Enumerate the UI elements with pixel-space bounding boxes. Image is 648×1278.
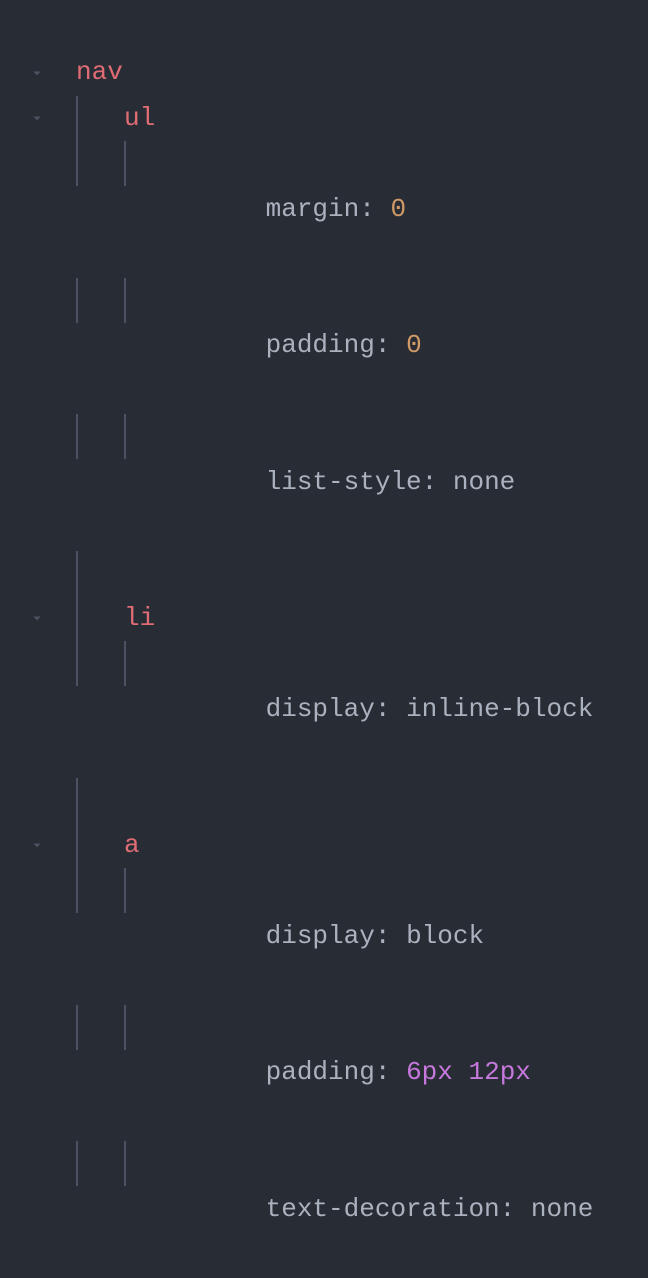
property-margin: margin [266, 194, 360, 224]
property-display: display [266, 694, 375, 724]
code-block: nav ul margin: 0 [28, 50, 648, 1278]
property-display: display [266, 921, 375, 951]
selector-ul: ul [124, 96, 155, 142]
blank-line [28, 778, 648, 823]
code-line: li [28, 596, 648, 642]
colon: : [500, 1194, 531, 1224]
value-6px: 6px [406, 1057, 453, 1087]
value-none: none [453, 467, 515, 497]
property-padding: padding [266, 330, 375, 360]
code-line: text-decoration: none [28, 1141, 648, 1278]
value-12px: 12px [468, 1057, 530, 1087]
property-text-decoration: text-decoration [266, 1194, 500, 1224]
value-inline-block: inline-block [406, 694, 593, 724]
colon: : [375, 1057, 406, 1087]
value-none: none [531, 1194, 593, 1224]
code-line: ul [28, 96, 648, 142]
selector-li: li [124, 596, 155, 642]
value-zero: 0 [390, 194, 406, 224]
fold-gutter[interactable] [28, 596, 76, 641]
fold-gutter[interactable] [28, 96, 76, 141]
fold-gutter[interactable] [28, 823, 76, 868]
selector-a: a [124, 823, 140, 869]
colon: : [375, 694, 406, 724]
space [453, 1057, 469, 1087]
code-line: padding: 0 [28, 278, 648, 415]
code-line: a [28, 823, 648, 869]
value-zero: 0 [406, 330, 422, 360]
colon: : [375, 330, 406, 360]
colon: : [375, 921, 406, 951]
colon: : [359, 194, 390, 224]
property-padding: padding [266, 1057, 375, 1087]
code-line: padding: 6px 12px [28, 1005, 648, 1142]
property-list-style: list-style [266, 467, 422, 497]
colon: : [422, 467, 453, 497]
value-block: block [406, 921, 484, 951]
blank-line [28, 551, 648, 596]
